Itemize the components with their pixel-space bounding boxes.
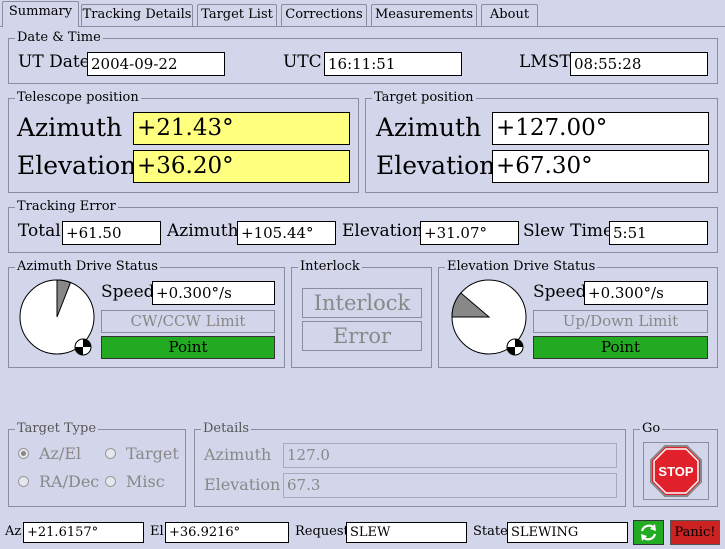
request-field[interactable]: SLEW bbox=[346, 522, 467, 543]
radio-misc[interactable] bbox=[105, 476, 116, 487]
telescope-elevation-field[interactable]: +36.20° bbox=[133, 150, 350, 183]
state-label: State bbox=[473, 524, 508, 539]
azimuth-drive-title: Azimuth Drive Status bbox=[15, 259, 160, 275]
azimuth-dial-icon bbox=[19, 279, 95, 356]
target-position-title: Target position bbox=[372, 90, 476, 106]
request-label: Request bbox=[295, 524, 349, 539]
status-el-field[interactable]: +36.9216° bbox=[165, 522, 289, 543]
interlock-title: Interlock bbox=[298, 259, 362, 275]
azimuth-drive-group: Azimuth Drive Status Speed +0.300°/s CW/… bbox=[8, 259, 285, 368]
stop-sign-icon: STOP bbox=[650, 445, 702, 497]
error-azimuth-label: Azimuth bbox=[167, 221, 239, 241]
target-type-title: Target Type bbox=[15, 421, 99, 437]
target-type-group: Target Type Az/El Target RA/Dec Misc bbox=[8, 421, 186, 507]
status-el-label: El bbox=[150, 524, 164, 539]
interlock-button[interactable]: Interlock bbox=[302, 288, 422, 318]
tab-about[interactable]: About bbox=[481, 4, 538, 26]
target-azimuth-label: Azimuth bbox=[376, 113, 482, 142]
stop-label: STOP bbox=[658, 464, 693, 479]
target-position-group: Target position Azimuth +127.00° Elevati… bbox=[365, 90, 718, 193]
telescope-position-title: Telescope position bbox=[15, 90, 141, 106]
status-az-field[interactable]: +21.6157° bbox=[23, 522, 144, 543]
up-down-limit-button[interactable]: Up/Down Limit bbox=[533, 310, 708, 333]
telescope-position-group: Telescope position Azimuth +21.43° Eleva… bbox=[8, 90, 359, 193]
total-label: Total bbox=[18, 221, 61, 241]
status-az-label: Az bbox=[5, 524, 22, 539]
interlock-group: Interlock Interlock Error bbox=[291, 259, 432, 368]
total-field[interactable]: +61.50 bbox=[62, 221, 161, 245]
utc-field[interactable]: 16:11:51 bbox=[324, 52, 462, 76]
details-group: Details Azimuth 127.0 Elevation 67.3 bbox=[194, 421, 626, 507]
target-elevation-field[interactable]: +67.30° bbox=[492, 150, 709, 183]
radio-target[interactable] bbox=[105, 448, 116, 459]
el-speed-label: Speed bbox=[533, 282, 587, 302]
details-azimuth-field[interactable]: 127.0 bbox=[283, 443, 617, 468]
ut-date-label: UT Date bbox=[18, 52, 90, 72]
telescope-azimuth-field[interactable]: +21.43° bbox=[133, 112, 350, 145]
error-elevation-field[interactable]: +31.07° bbox=[420, 221, 519, 245]
elevation-drive-title: Elevation Drive Status bbox=[445, 259, 598, 275]
panic-button[interactable]: Panic! bbox=[670, 520, 720, 545]
radio-az-el-label: Az/El bbox=[39, 444, 82, 463]
el-point-button[interactable]: Point bbox=[533, 336, 708, 359]
tracking-error-title: Tracking Error bbox=[15, 199, 118, 215]
tab-measurements[interactable]: Measurements bbox=[371, 4, 477, 26]
radio-misc-label: Misc bbox=[126, 472, 165, 491]
details-elevation-label: Elevation bbox=[204, 475, 281, 494]
details-azimuth-label: Azimuth bbox=[204, 445, 272, 464]
tab-divider bbox=[0, 26, 725, 27]
tab-corrections[interactable]: Corrections bbox=[281, 4, 367, 26]
elevation-dial-icon bbox=[451, 279, 527, 356]
go-title: Go bbox=[640, 421, 663, 437]
az-speed-label: Speed bbox=[101, 282, 155, 302]
tab-tracking-details[interactable]: Tracking Details bbox=[81, 4, 193, 26]
details-title: Details bbox=[201, 421, 252, 437]
slew-time-label: Slew Time bbox=[523, 221, 614, 241]
tab-target-list[interactable]: Target List bbox=[197, 4, 277, 26]
az-point-button[interactable]: Point bbox=[101, 336, 275, 359]
target-azimuth-field[interactable]: +127.00° bbox=[492, 112, 709, 145]
tab-summary[interactable]: Summary bbox=[2, 1, 79, 27]
telescope-azimuth-label: Azimuth bbox=[17, 113, 123, 142]
radio-az-el[interactable] bbox=[18, 448, 29, 459]
telescope-elevation-label: Elevation bbox=[17, 151, 137, 180]
tracking-error-group: Tracking Error Total +61.50 Azimuth +105… bbox=[8, 199, 718, 253]
stop-button[interactable]: STOP bbox=[643, 442, 709, 500]
utc-label: UTC bbox=[283, 52, 322, 72]
cw-ccw-limit-button[interactable]: CW/CCW Limit bbox=[101, 310, 275, 333]
elevation-drive-group: Elevation Drive Status Speed +0.300°/s U… bbox=[438, 259, 718, 368]
radio-target-label: Target bbox=[126, 444, 179, 463]
state-field[interactable]: SLEWING bbox=[507, 522, 628, 543]
slew-time-field[interactable]: 5:51 bbox=[609, 221, 708, 245]
refresh-button[interactable] bbox=[633, 520, 664, 545]
radio-ra-dec-label: RA/Dec bbox=[39, 472, 100, 491]
date-time-title: Date & Time bbox=[15, 30, 103, 46]
error-azimuth-field[interactable]: +105.44° bbox=[237, 221, 336, 245]
az-speed-field[interactable]: +0.300°/s bbox=[152, 281, 275, 305]
target-elevation-label: Elevation bbox=[376, 151, 496, 180]
error-elevation-label: Elevation bbox=[342, 221, 424, 241]
ut-date-field[interactable]: 2004-09-22 bbox=[87, 52, 225, 76]
details-elevation-field[interactable]: 67.3 bbox=[283, 473, 617, 498]
refresh-icon bbox=[640, 524, 657, 541]
radio-ra-dec[interactable] bbox=[18, 476, 29, 487]
error-button[interactable]: Error bbox=[302, 321, 422, 351]
el-speed-field[interactable]: +0.300°/s bbox=[584, 281, 708, 305]
tab-bar: Summary Tracking Details Target List Cor… bbox=[0, 0, 725, 27]
go-group: Go STOP bbox=[633, 421, 718, 507]
lmst-field[interactable]: 08:55:28 bbox=[570, 52, 708, 76]
lmst-label: LMST bbox=[519, 52, 571, 72]
date-time-group: Date & Time UT Date 2004-09-22 UTC 16:11… bbox=[8, 30, 718, 84]
